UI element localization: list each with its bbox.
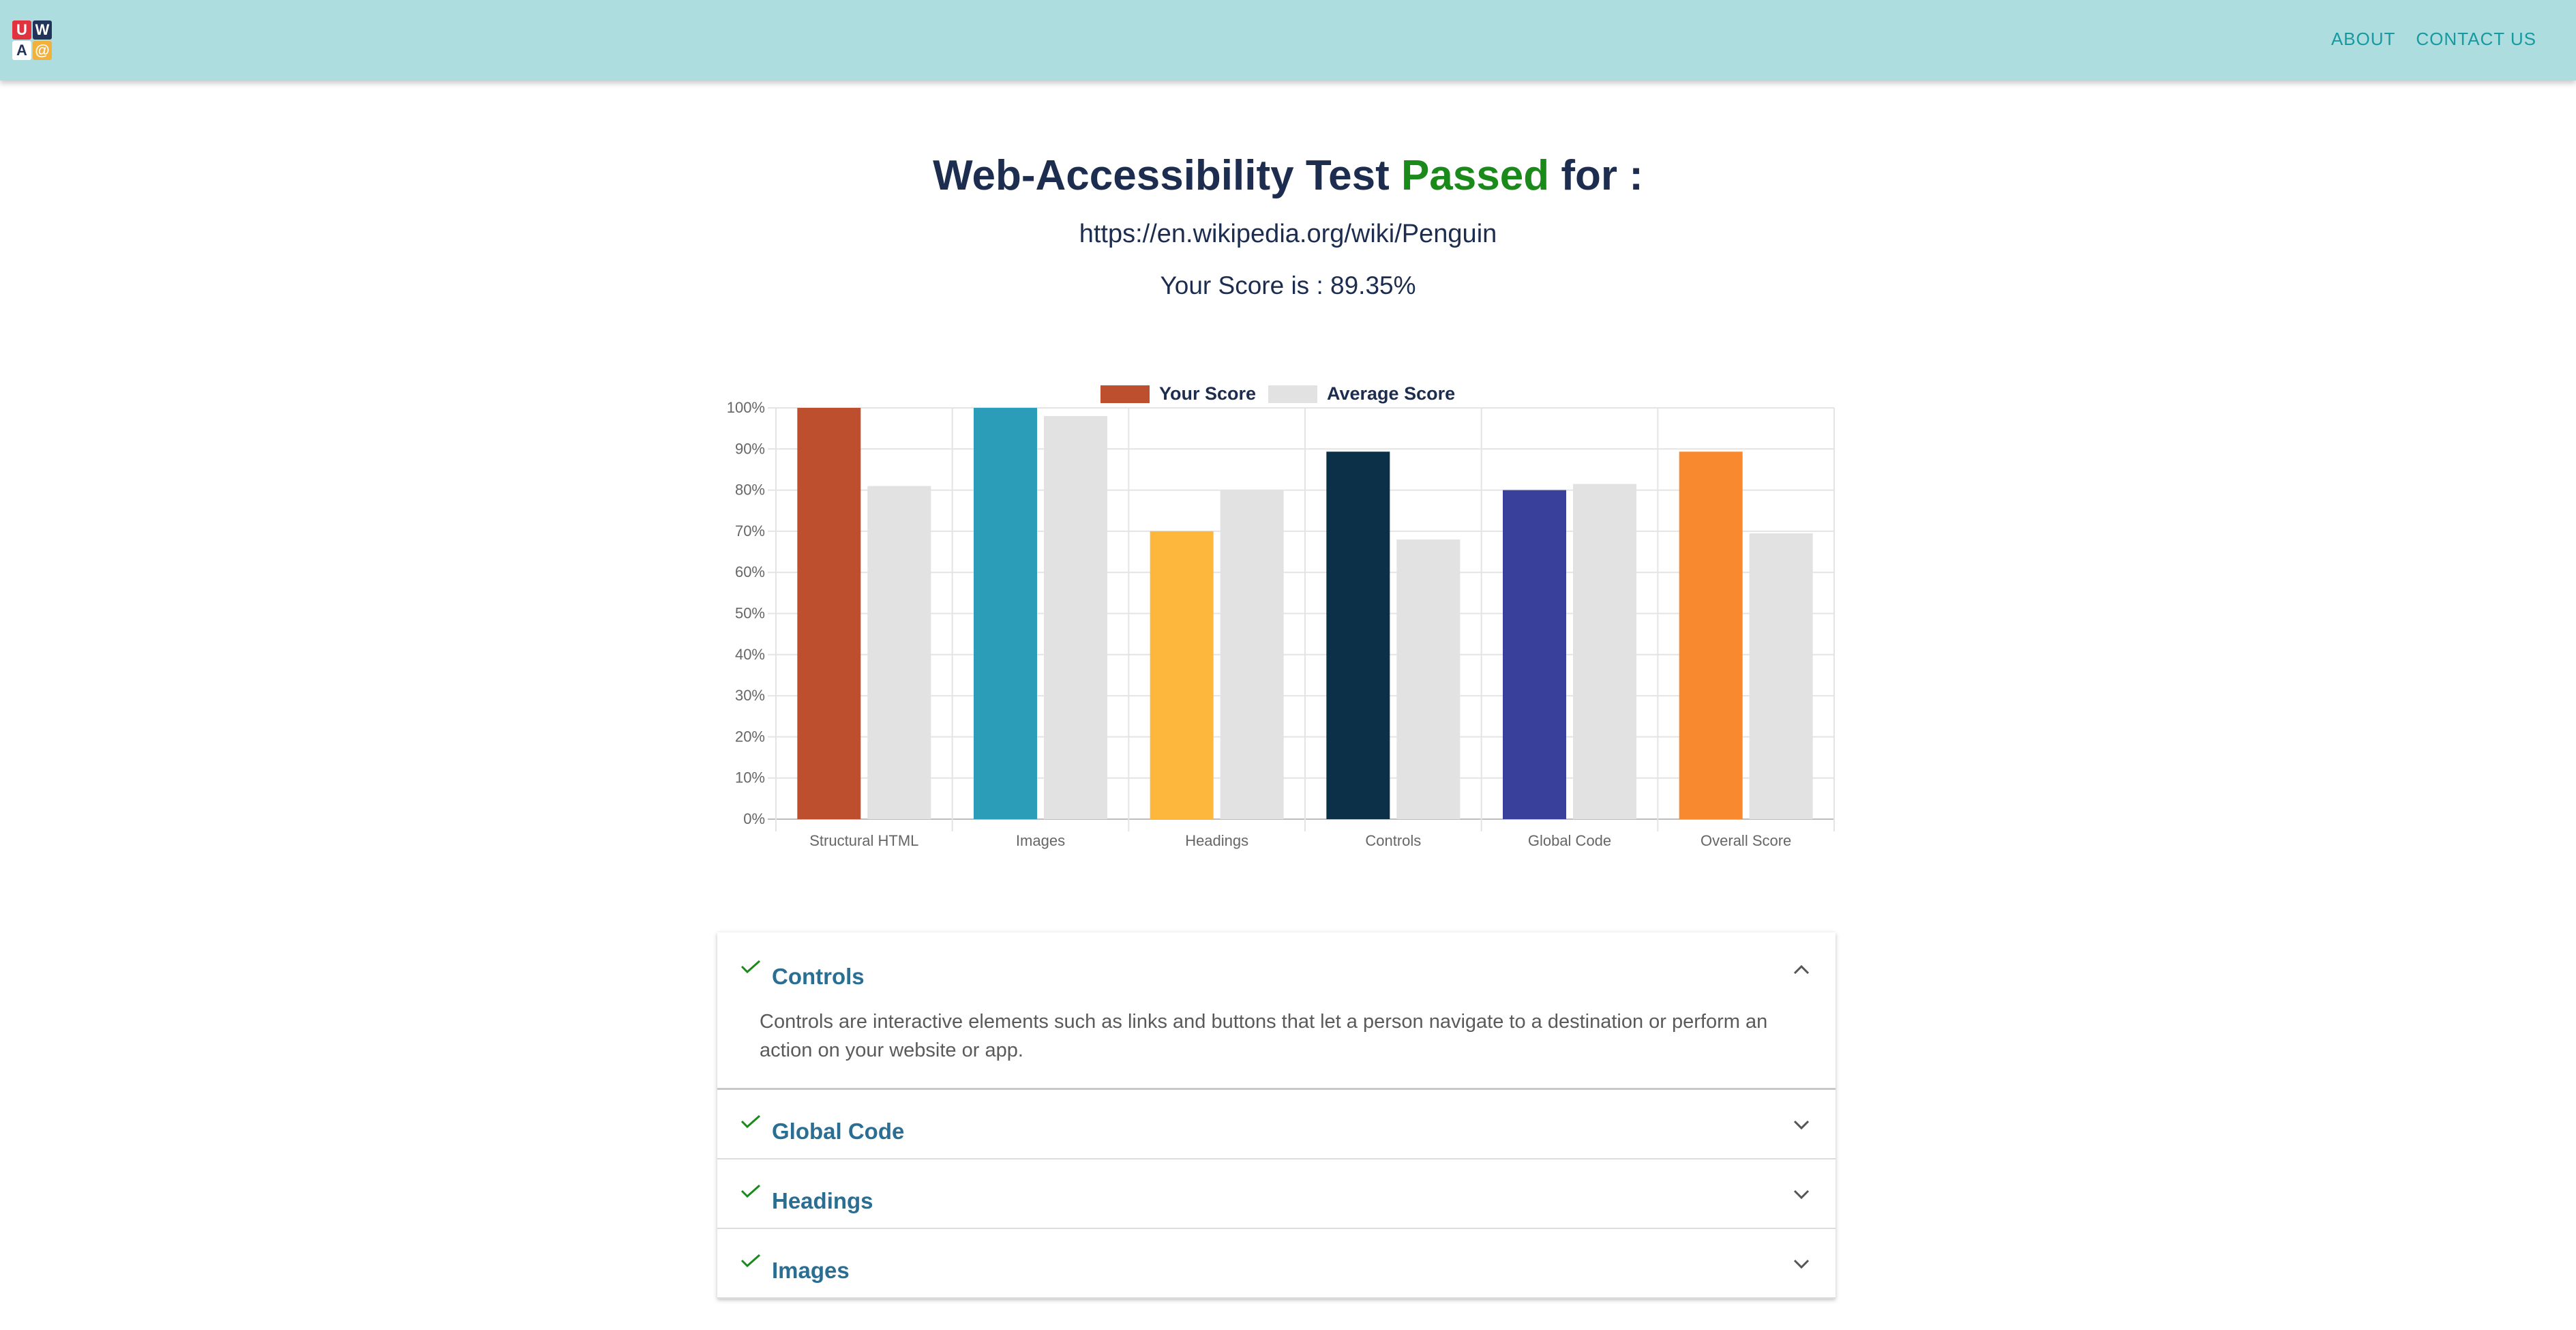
bar-your-score xyxy=(1326,452,1390,819)
accordion-item-images: Images xyxy=(717,1229,1836,1299)
y-tick-label: 70% xyxy=(735,522,765,540)
check-icon xyxy=(740,1184,760,1198)
tested-url: https://en.wikipedia.org/wiki/Penguin xyxy=(1079,220,1497,248)
accordion-body-controls: Controls are interactive elements such a… xyxy=(760,1011,1768,1061)
x-tick-label: Structural HTML xyxy=(809,832,918,849)
nav-about-link[interactable]: ABOUT xyxy=(2331,29,2396,50)
accordion-header-headings[interactable]: Headings xyxy=(717,1159,1836,1228)
logo-letter-w: W xyxy=(33,20,52,40)
chevron-up-icon[interactable] xyxy=(1793,965,1810,975)
page-title: Web-Accessibility Test Passed for : xyxy=(0,151,2576,200)
bar-average-score xyxy=(1749,533,1813,819)
top-app-bar: U W A @ ABOUT CONTACT US xyxy=(0,0,2576,80)
x-tick-label: Headings xyxy=(1185,832,1248,849)
score-text: Your Score is : 89.35% xyxy=(1160,271,1416,299)
logo-letter-at: @ xyxy=(33,41,52,60)
logo[interactable]: U W A @ xyxy=(12,20,55,63)
legend-label-average-score: Average Score xyxy=(1327,383,1455,404)
bar-your-score xyxy=(1503,490,1566,819)
y-tick-label: 60% xyxy=(735,563,765,580)
accordion-title: Headings xyxy=(772,1188,873,1213)
bar-your-score xyxy=(1679,452,1743,819)
check-icon xyxy=(740,1114,760,1128)
y-tick-label: 30% xyxy=(735,687,765,704)
bar-average-score xyxy=(1396,539,1461,819)
y-tick-label: 0% xyxy=(743,810,765,827)
legend-swatch-your-score xyxy=(1100,385,1150,403)
y-tick-label: 10% xyxy=(735,769,765,786)
bar-average-score xyxy=(1573,484,1636,819)
logo-letter-a: A xyxy=(12,41,31,60)
y-tick-label: 80% xyxy=(735,482,765,499)
check-icon xyxy=(740,1254,760,1267)
accordion-header-images[interactable]: Images xyxy=(717,1229,1836,1297)
title-prefix: Web-Accessibility Test xyxy=(933,152,1401,199)
bar-average-score xyxy=(1220,490,1284,819)
bar-your-score xyxy=(974,408,1037,819)
y-tick-label: 40% xyxy=(735,646,765,663)
accordion-item-controls: Controls Controls are interactive elemen… xyxy=(717,932,1836,1090)
logo-letter-u: U xyxy=(12,20,31,40)
nav-contact-link[interactable]: CONTACT US xyxy=(2416,29,2536,50)
x-tick-label: Images xyxy=(1016,832,1065,849)
y-tick-label: 20% xyxy=(735,728,765,745)
bar-average-score xyxy=(867,486,931,819)
accordion-title: Images xyxy=(772,1258,850,1283)
legend-label-your-score: Your Score xyxy=(1159,383,1256,404)
results-accordion: Controls Controls are interactive elemen… xyxy=(717,932,1836,1299)
accordion-item-global-code: Global Code xyxy=(717,1090,1836,1159)
x-tick-label: Global Code xyxy=(1528,832,1611,849)
bar-your-score xyxy=(1150,531,1214,819)
bar-average-score xyxy=(1044,416,1107,819)
title-suffix: for : xyxy=(1549,152,1643,199)
accordion-title: Global Code xyxy=(772,1119,905,1144)
accordion-title: Controls xyxy=(772,964,865,989)
y-tick-label: 100% xyxy=(727,399,765,416)
chevron-down-icon[interactable] xyxy=(1793,1259,1810,1269)
bar-your-score xyxy=(797,408,861,819)
y-tick-label: 50% xyxy=(735,605,765,622)
status-passed: Passed xyxy=(1401,152,1550,199)
accordion-item-headings: Headings xyxy=(717,1159,1836,1229)
top-nav: ABOUT CONTACT US xyxy=(2331,29,2536,50)
accordion-header-global-code[interactable]: Global Code xyxy=(717,1090,1836,1158)
check-icon xyxy=(740,960,760,973)
x-tick-label: Overall Score xyxy=(1701,832,1791,849)
score-bar-chart: 0% 10% 20% 30% 40% 50% 60% 70% 80% 90% 100% Structu… xyxy=(727,383,1835,849)
legend-swatch-average-score xyxy=(1268,385,1317,403)
x-tick-label: Controls xyxy=(1365,832,1421,849)
chevron-down-icon[interactable] xyxy=(1793,1189,1810,1199)
y-tick-label: 90% xyxy=(735,440,765,457)
accordion-header-controls[interactable]: Controls xyxy=(717,932,1836,999)
chevron-down-icon[interactable] xyxy=(1793,1120,1810,1129)
